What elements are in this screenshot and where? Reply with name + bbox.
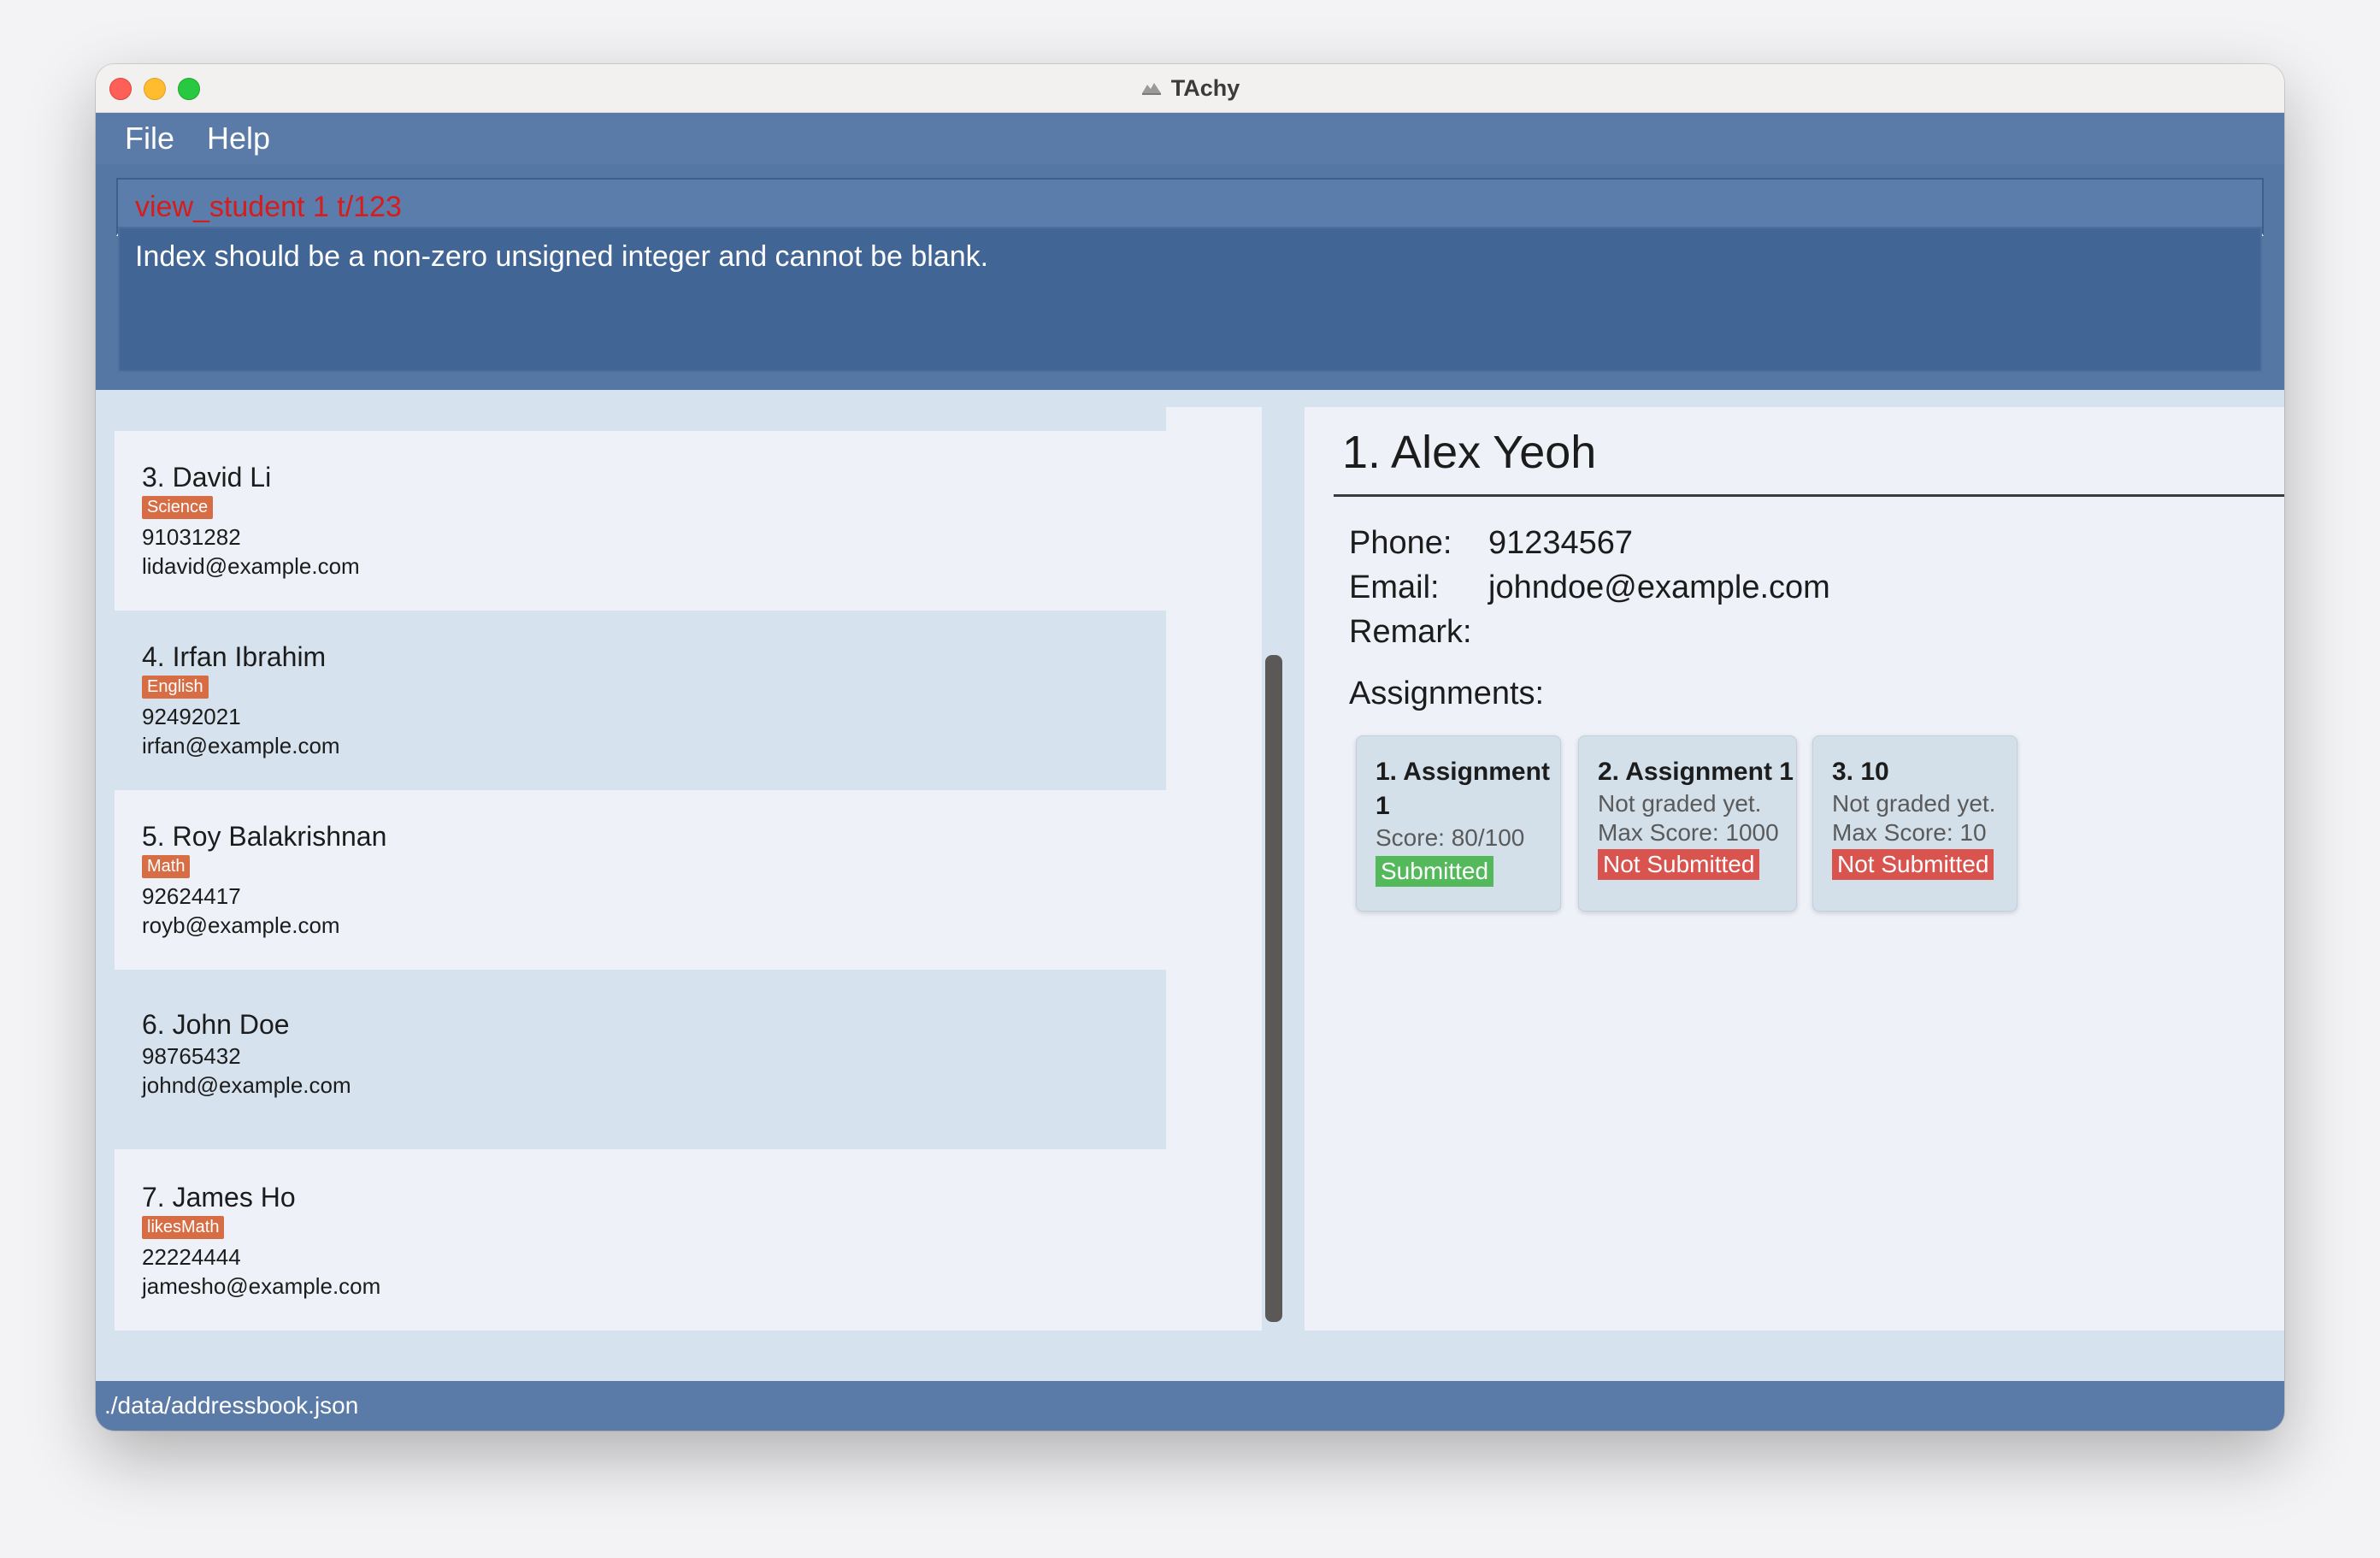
detail-student-name: 1. Alex Yeoh [1342, 427, 1597, 478]
student-card[interactable]: 4. Irfan Ibrahim English 92492021 irfan@… [115, 611, 1166, 790]
assignment-status-badge: Not Submitted [1598, 849, 1760, 880]
assignment-card[interactable]: 3. 10 Not graded yet. Max Score: 10 Not … [1812, 735, 2018, 912]
email-label: Email: [1349, 569, 1440, 605]
assignment-grade-status: Not graded yet. [1832, 790, 1996, 817]
remark-label: Remark: [1349, 614, 1472, 650]
assignments-heading: Assignments: [1349, 676, 1545, 711]
status-bar-path: ./data/addressbook.json [96, 1381, 2284, 1431]
assignment-max-score: Max Score: 10 [1832, 819, 1987, 846]
main-content: 3. David Li Science 91031282 lidavid@exa… [96, 390, 2284, 1365]
menu-file[interactable]: File [125, 121, 174, 156]
assignment-max-score: Max Score: 1000 [1598, 819, 1779, 846]
student-email: lidavid@example.com [142, 553, 360, 579]
student-name: 6. John Doe [142, 1009, 290, 1040]
student-email: royb@example.com [142, 912, 340, 938]
student-email: jamesho@example.com [142, 1273, 381, 1299]
list-scrollbar-thumb[interactable] [1265, 655, 1282, 1322]
student-card[interactable]: 5. Roy Balakrishnan Math 92624417 royb@e… [115, 790, 1166, 970]
student-email: johnd@example.com [142, 1072, 351, 1098]
result-display: Index should be a non-zero unsigned inte… [118, 227, 2262, 372]
student-tag: Science [142, 496, 214, 519]
student-phone: 91031282 [142, 524, 241, 550]
student-name: 3. David Li [142, 462, 272, 493]
student-name: 7. James Ho [142, 1182, 296, 1213]
title-bar: TAchy [96, 64, 2284, 113]
student-tag: likesMath [142, 1216, 225, 1239]
student-tag: English [142, 676, 209, 699]
assignment-card[interactable]: 2. Assignment 1 Not graded yet. Max Scor… [1578, 735, 1797, 912]
assignment-status-badge: Not Submitted [1832, 849, 1994, 880]
phone-label: Phone: [1349, 525, 1452, 561]
phone-value: 91234567 [1488, 525, 1634, 561]
assignment-title: 2. Assignment 1 [1598, 758, 1794, 786]
detail-divider [1334, 494, 2284, 497]
student-detail-panel: 1. Alex Yeoh Phone: 91234567 Email: john… [1305, 407, 2284, 1331]
student-list[interactable]: 3. David Li Science 91031282 lidavid@exa… [115, 407, 1286, 1331]
student-tag: Math [142, 855, 191, 878]
student-card[interactable]: 6. John Doe 98765432 johnd@example.com [115, 970, 1166, 1149]
assignment-score: Score: 80/100 [1376, 824, 1525, 851]
student-phone: 22224444 [142, 1244, 241, 1270]
app-window: TAchy File Help view_student 1 t/123 Ind… [96, 64, 2284, 1431]
student-phone: 92624417 [142, 883, 241, 909]
student-name: 4. Irfan Ibrahim [142, 641, 327, 672]
student-card[interactable]: 7. James Ho likesMath 22224444 jamesho@e… [115, 1149, 1166, 1329]
assignment-status-badge: Submitted [1376, 856, 1494, 887]
student-card[interactable]: 3. David Li Science 91031282 lidavid@exa… [115, 431, 1166, 611]
student-email: irfan@example.com [142, 733, 340, 758]
student-name: 5. Roy Balakrishnan [142, 821, 387, 852]
email-value: johndoe@example.com [1488, 569, 1830, 605]
menu-help[interactable]: Help [207, 121, 270, 156]
app-logo-icon [1141, 83, 1161, 95]
window-title: TAchy [1170, 74, 1240, 101]
assignment-grade-status: Not graded yet. [1598, 790, 1762, 817]
assignment-title: 3. 10 [1832, 758, 1889, 786]
assignment-title: 1. Assignment 1 [1376, 758, 1550, 820]
menu-bar: File Help [96, 113, 2284, 164]
student-phone: 92492021 [142, 704, 241, 729]
assignment-card[interactable]: 1. Assignment 1 Score: 80/100 Submitted [1356, 735, 1561, 912]
student-phone: 98765432 [142, 1043, 241, 1069]
